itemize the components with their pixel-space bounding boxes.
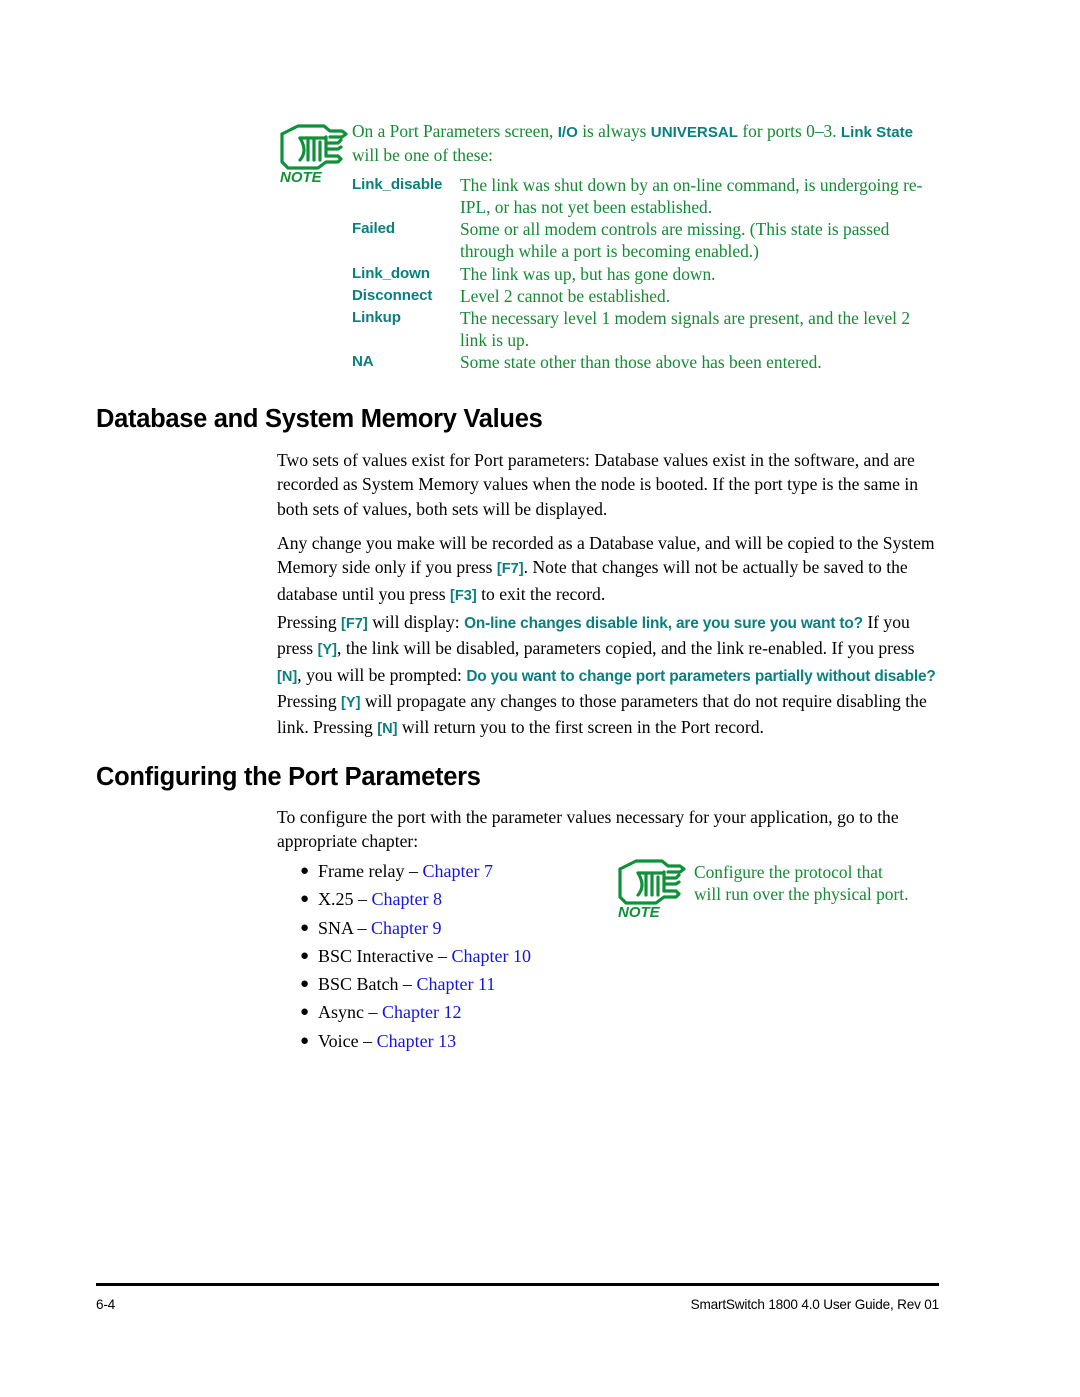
note-bottom-line1: Configure the protocol that	[694, 862, 883, 882]
paragraph-to-configure-the-port: To configure the port with the parameter…	[277, 807, 899, 852]
note-intro-text: On a Port Parameters screen, I/O is alwa…	[352, 120, 938, 166]
section-heading-database-memory: Database and System Memory Values	[96, 405, 543, 433]
list-item: ● Voice – Chapter 13	[300, 1027, 531, 1055]
prompt-change-port-parameters-partially: Do you want to change port parameters pa…	[466, 667, 936, 685]
key-f7: [F7]	[341, 616, 368, 632]
definition-row: Disconnect Level 2 cannot be established…	[352, 285, 938, 307]
key-n: [N]	[277, 668, 298, 685]
key-y: [Y]	[341, 694, 361, 711]
chapter-link[interactable]: Chapter 13	[377, 1031, 456, 1051]
definition-term: Linkup	[352, 308, 401, 326]
footer-page-number: 6-4	[96, 1297, 116, 1312]
key-n: [N]	[377, 721, 398, 738]
definition-description: The link was shut down by an on-line com…	[460, 175, 923, 218]
bullet-icon: ●	[300, 947, 310, 964]
paragraph-any-change: Any change you make will be recorded as …	[277, 531, 938, 608]
bullet-icon: ●	[300, 1004, 310, 1021]
list-item-label: SNA –	[318, 917, 367, 938]
note-icon-label: NOTE	[618, 904, 661, 919]
prompt-online-changes-disable-link: On-line changes disable link, are you su…	[464, 615, 863, 632]
bullet-icon: ●	[300, 863, 310, 879]
key-y: [Y]	[317, 642, 338, 659]
note-intro-part4: will be one of these:	[352, 145, 494, 166]
para3-text6: Pressing	[277, 690, 342, 711]
definition-description: The link was up, but has gone down.	[460, 263, 716, 284]
key-f7: [F7]	[496, 561, 524, 578]
note-bottom-line2: will run over the physical port.	[694, 884, 909, 905]
list-item-label: Voice –	[318, 1030, 373, 1051]
chapter-link[interactable]: Chapter 8	[372, 889, 442, 909]
note-icon-label: NOTE	[280, 169, 323, 184]
definition-term: NA	[352, 352, 374, 370]
section-heading-configuring-port-parameters: Configuring the Port Parameters	[96, 763, 481, 791]
list-item: ● BSC Interactive – Chapter 10	[300, 942, 531, 970]
para3-text4: , the link will be disabled, parameters …	[337, 638, 915, 659]
chapter-link[interactable]: Chapter 11	[417, 974, 496, 994]
keyword-io: I/O	[557, 124, 578, 141]
definition-description: Some state other than those above has be…	[460, 351, 822, 372]
bullet-icon: ●	[300, 976, 310, 993]
definition-description: Level 2 cannot be established.	[460, 285, 671, 306]
para3-text8: will return you to the first screen in t…	[397, 717, 764, 738]
paragraph-two-sets-of-values: Two sets of values exist for Port parame…	[277, 450, 919, 519]
note-pointing-hand-icon: NOTE	[278, 122, 352, 184]
bullet-icon: ●	[300, 919, 310, 936]
keyword-link-state: Link State	[840, 124, 914, 141]
footer-divider	[96, 1283, 939, 1286]
list-item-label: Async –	[318, 1002, 378, 1023]
key-f3: [F3]	[449, 587, 477, 604]
list-item-label: BSC Batch –	[318, 974, 413, 995]
list-item: ● X.25 – Chapter 8	[300, 885, 531, 913]
chapter-link[interactable]: Chapter 7	[422, 861, 492, 881]
keyword-universal: UNIVERSAL	[650, 124, 739, 141]
para2-text3: to exit the record.	[476, 583, 606, 604]
definition-row: Failed Some or all modem controls are mi…	[352, 218, 938, 262]
definition-term: Link_down	[352, 264, 430, 282]
protocol-chapter-list: ● Frame relay – Chapter 7 ● X.25 – Chapter…	[300, 857, 531, 1055]
list-item-label: Frame relay –	[318, 861, 418, 881]
para3-text1: Pressing	[277, 612, 342, 632]
document-page: NOTE On a Port Parameters screen, I/O is…	[0, 0, 1080, 1397]
definition-description: Some or all modem controls are missing. …	[460, 219, 890, 262]
list-item-label: BSC Interactive –	[318, 945, 447, 966]
definition-term: Disconnect	[352, 286, 433, 304]
chapter-link[interactable]: Chapter 12	[382, 1002, 461, 1022]
note-callout-top: NOTE On a Port Parameters screen, I/O is…	[278, 120, 938, 373]
definition-row: NA Some state other than those above has…	[352, 351, 938, 373]
list-item-label: X.25 –	[318, 889, 367, 910]
definition-row: Linkup The necessary level 1 modem signa…	[352, 307, 938, 351]
definition-description: The necessary level 1 modem signals are …	[460, 307, 911, 350]
note-bottom-text: Configure the protocol that will run ove…	[694, 855, 908, 905]
note-intro-part1: On a Port Parameters screen,	[352, 121, 558, 141]
bullet-icon: ●	[300, 1032, 310, 1049]
para3-text2: will display:	[367, 612, 465, 632]
para3-text5: , you will be prompted:	[297, 664, 467, 685]
list-item: ● Async – Chapter 12	[300, 998, 531, 1026]
note-pointing-hand-icon: NOTE	[612, 857, 694, 919]
chapter-link[interactable]: Chapter 9	[371, 918, 441, 938]
paragraph-pressing-f7: Pressing [F7] will display: On-line chan…	[277, 610, 938, 741]
bullet-icon: ●	[300, 891, 310, 908]
chapter-link[interactable]: Chapter 10	[451, 946, 530, 966]
list-item: ● SNA – Chapter 9	[300, 914, 531, 942]
link-state-definition-list: Link_disable The link was shut down by a…	[352, 174, 938, 373]
list-item: ● BSC Batch – Chapter 11	[300, 970, 531, 998]
note-intro-part2: is always	[577, 121, 651, 141]
footer-document-title: SmartSwitch 1800 4.0 User Guide, Rev 01	[690, 1297, 940, 1312]
definition-term: Link_disable	[352, 176, 443, 194]
note-intro-part3: for ports 0–3.	[738, 121, 841, 141]
list-item: ● Frame relay – Chapter 7	[300, 857, 531, 885]
definition-term: Failed	[352, 220, 396, 238]
definition-row: Link_down The link was up, but has gone …	[352, 263, 938, 285]
note-callout-bottom: NOTE Configure the protocol that will ru…	[612, 855, 952, 919]
definition-row: Link_disable The link was shut down by a…	[352, 174, 938, 218]
